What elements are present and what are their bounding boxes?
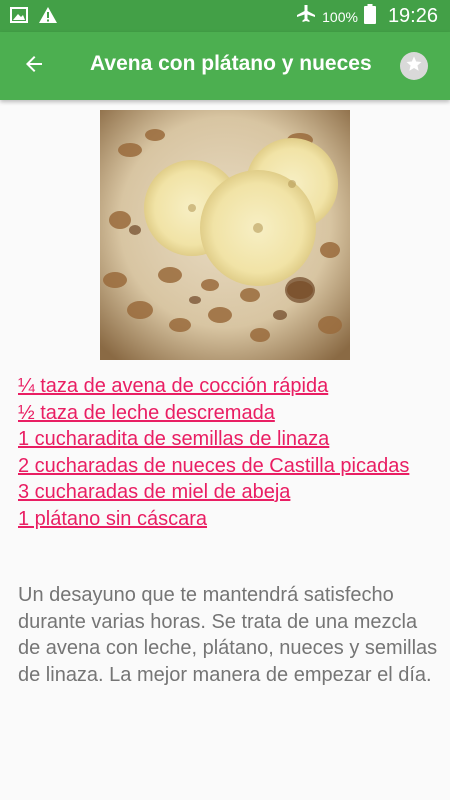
gallery-icon (10, 6, 28, 29)
page-title: Avena con plátano y nueces (90, 52, 372, 75)
ingredient-item: 1 plátano sin cáscara (18, 506, 438, 533)
ingredient-item: 2 cucharadas de nueces de Castilla picad… (18, 453, 438, 480)
ingredient-link[interactable]: ½ taza de leche descremada (18, 402, 275, 424)
arrow-back-icon (22, 52, 46, 81)
favorite-button[interactable] (400, 52, 428, 80)
ingredient-link[interactable]: 1 plátano sin cáscara (18, 508, 207, 530)
airplane-mode-icon (296, 4, 316, 29)
battery-percent: 100% (322, 8, 358, 25)
ingredient-item: 1 cucharadita de semillas de linaza (18, 426, 438, 453)
recipe-image (100, 110, 350, 360)
app-bar: Avena con plátano y nueces (0, 32, 450, 100)
ingredient-link[interactable]: 2 cucharadas de nueces de Castilla picad… (18, 455, 409, 477)
ingredient-link[interactable]: ¼ taza de avena de cocción rápida (18, 375, 328, 397)
ingredient-link[interactable]: 1 cucharadita de semillas de linaza (18, 428, 329, 450)
battery-full-icon (363, 4, 376, 29)
back-button[interactable] (14, 48, 54, 84)
ingredient-item: 3 cucharadas de miel de abeja (18, 479, 438, 506)
ingredient-link[interactable]: 3 cucharadas de miel de abeja (18, 481, 290, 503)
ingredient-item: ½ taza de leche descremada (18, 400, 438, 427)
warning-icon (38, 6, 58, 29)
recipe-description: Un desayuno que te mantendrá satisfecho … (18, 584, 438, 686)
status-bar: 100% 19:26 (0, 0, 450, 32)
ingredient-list: ¼ taza de avena de cocción rápida ½ taza… (18, 373, 438, 532)
star-icon (405, 55, 423, 78)
clock: 19:26 (387, 5, 438, 27)
ingredient-item: ¼ taza de avena de cocción rápida (18, 373, 438, 400)
